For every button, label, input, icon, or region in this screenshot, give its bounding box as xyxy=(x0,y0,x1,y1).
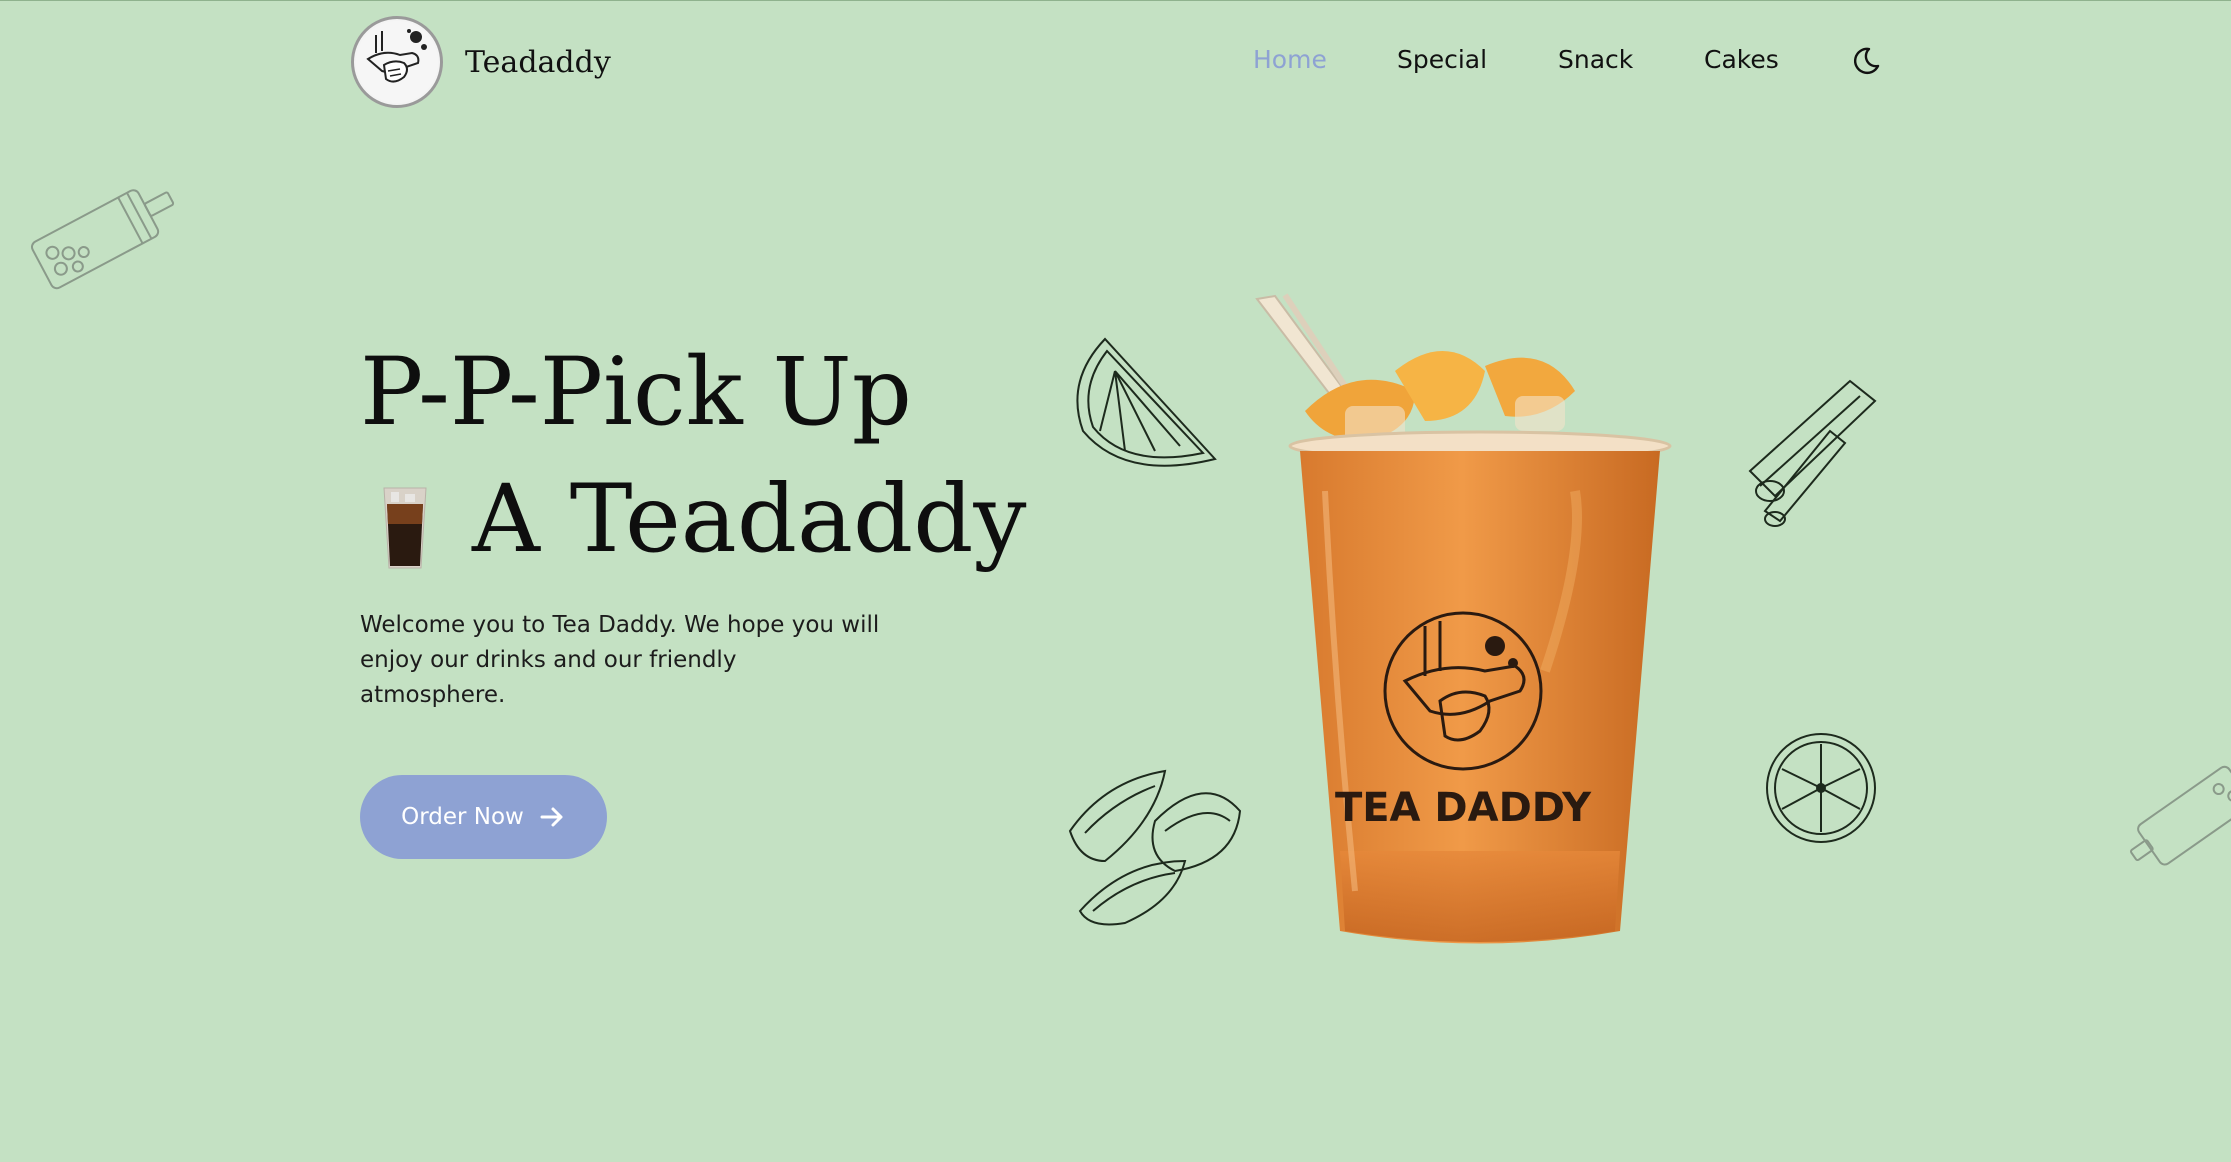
cinnamon-sticks-sketch-icon xyxy=(1740,371,1880,535)
nav-snack[interactable]: Snack xyxy=(1558,45,1633,74)
boba-cup-sketch-icon xyxy=(2120,761,2231,885)
order-now-label: Order Now xyxy=(401,804,524,830)
cup-brand-text: TEA DADDY xyxy=(1335,785,1592,831)
nav-cakes[interactable]: Cakes xyxy=(1704,45,1779,74)
landing-page: Teadaddy Home Special Snack Cakes P-P-Pi… xyxy=(0,0,2231,1162)
boba-cup-sketch-icon xyxy=(14,171,184,305)
nav-home[interactable]: Home xyxy=(1253,45,1327,74)
hero-title-line1: P-P-Pick Up xyxy=(360,338,912,447)
lemon-slice-sketch-icon xyxy=(1065,331,1225,490)
nav-special[interactable]: Special xyxy=(1397,45,1487,74)
featured-drink-image: TEA DADDY xyxy=(1245,291,1685,951)
hero-description: Welcome you to Tea Daddy. We hope you wi… xyxy=(360,612,880,708)
orange-slice-sketch-icon xyxy=(1762,729,1880,851)
main-nav: Home Special Snack Cakes xyxy=(0,45,2231,85)
hero-title-line2: A Teadaddy xyxy=(472,465,1027,574)
iced-tea-cup-icon xyxy=(381,484,429,570)
order-now-button[interactable]: Order Now xyxy=(360,775,607,859)
peach-slices-sketch-icon xyxy=(1065,761,1245,935)
moon-icon[interactable] xyxy=(1851,46,1881,76)
arrow-right-icon xyxy=(540,807,563,827)
